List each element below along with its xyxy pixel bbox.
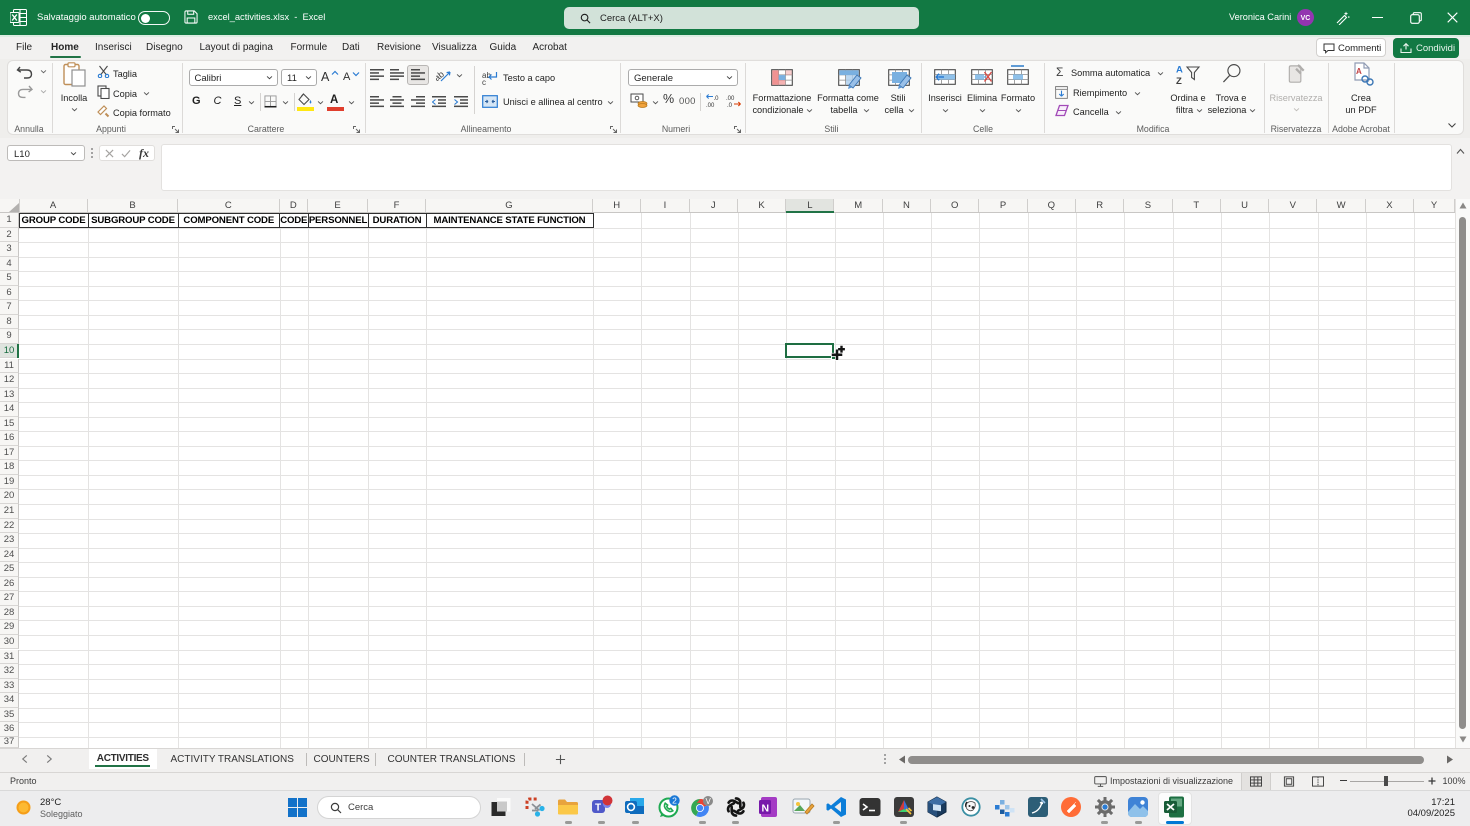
svg-text:c: c	[482, 78, 486, 85]
svg-text:N: N	[762, 803, 770, 815]
svg-text:2: 2	[672, 796, 677, 806]
svg-text:V: V	[706, 797, 712, 806]
svg-text:T: T	[595, 803, 601, 814]
svg-text:A: A	[1176, 65, 1183, 76]
svg-text:A: A	[1356, 67, 1362, 76]
svg-text:Z: Z	[1176, 76, 1182, 86]
